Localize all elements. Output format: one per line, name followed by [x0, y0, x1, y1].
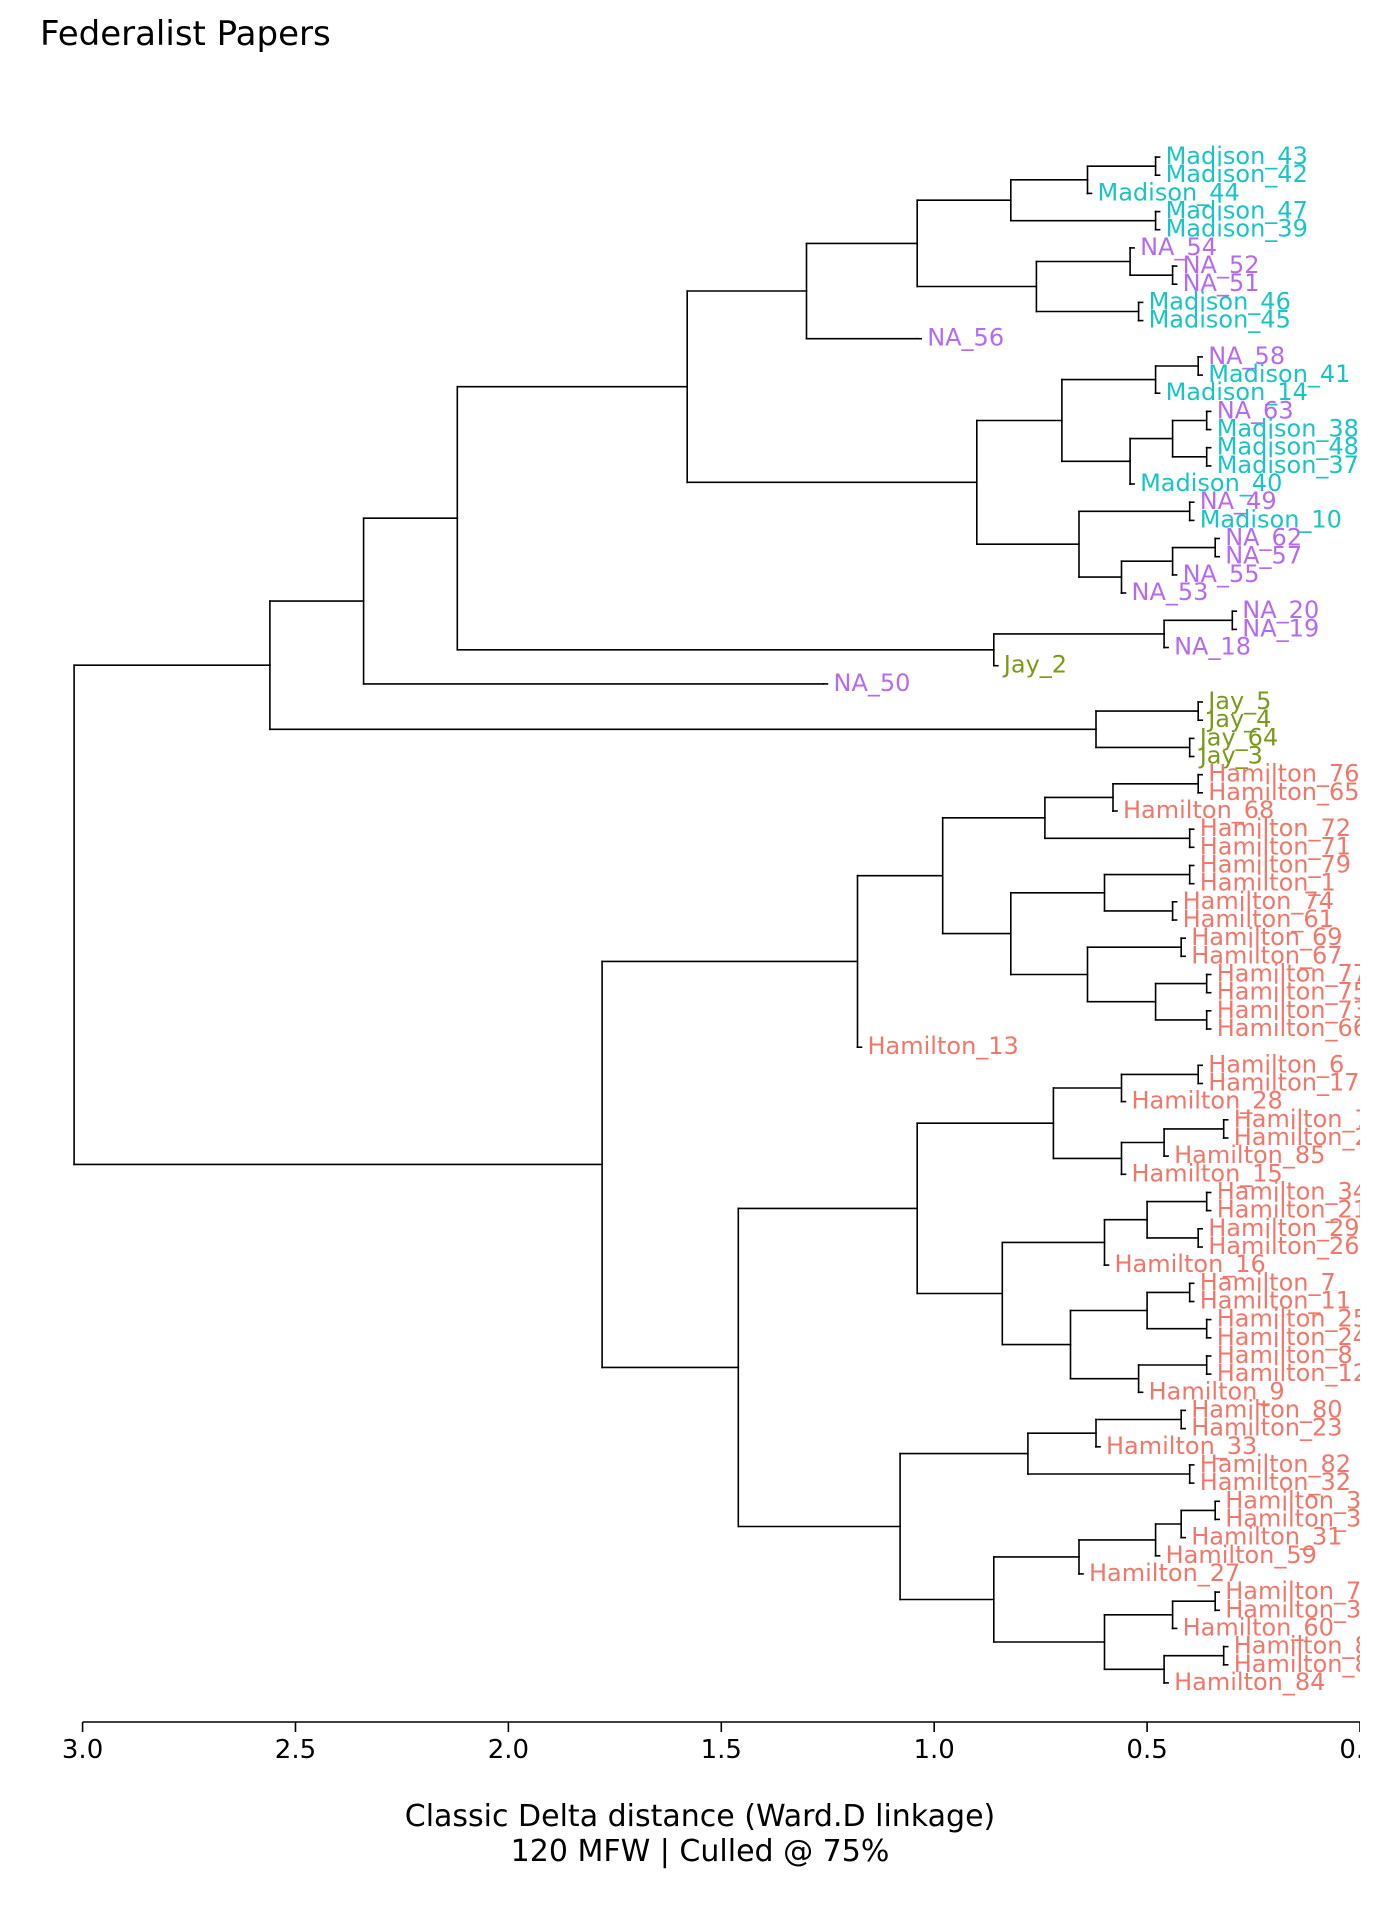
axis-tick: 3.0 — [62, 1735, 103, 1765]
leaf-label: NA_18 — [1174, 633, 1251, 661]
axis-tick: 0.5 — [1126, 1735, 1167, 1765]
chart-title: Federalist Papers — [40, 14, 331, 54]
leaf-label: Hamilton_66 — [1217, 1014, 1360, 1042]
chart-caption: Classic Delta distance (Ward.D linkage) … — [0, 1800, 1400, 1869]
leaf-label: Jay_2 — [1002, 651, 1067, 679]
leaf-label: Madison_45 — [1149, 306, 1291, 334]
x-axis: 3.0 2.5 2.0 1.5 1.0 0.5 0.0 — [40, 1710, 1360, 1790]
axis-tick: 2.0 — [488, 1735, 529, 1765]
leaf-label: Hamilton_84 — [1174, 1668, 1325, 1696]
leaf-label: NA_56 — [927, 324, 1004, 352]
leaf-label: Hamilton_13 — [868, 1032, 1019, 1060]
axis-tick: 1.5 — [701, 1735, 742, 1765]
leaf-label: Hamilton_27 — [1089, 1559, 1240, 1587]
dendrogram-plot: Madison_43Madison_42Madison_44Madison_47… — [40, 140, 1360, 1700]
axis-tick: 0.0 — [1339, 1735, 1360, 1765]
axis-tick: 2.5 — [275, 1735, 316, 1765]
leaf-label: NA_50 — [834, 669, 911, 697]
leaf-label: NA_53 — [1132, 578, 1209, 606]
axis-tick: 1.0 — [914, 1735, 955, 1765]
leaf-label: NA_19 — [1242, 614, 1319, 642]
